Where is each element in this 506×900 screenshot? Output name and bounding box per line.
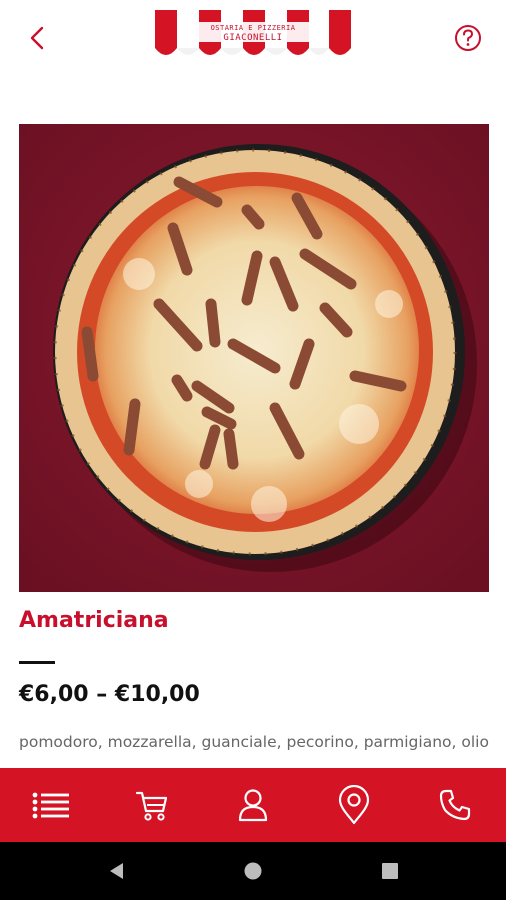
back-button[interactable] [22,22,54,54]
system-recents-button[interactable] [370,851,410,891]
ingredients-list: pomodoro, mozzarella, guanciale, pecorin… [19,733,489,751]
nav-account[interactable] [223,775,283,835]
price-range: €6,00 – €10,00 [19,682,200,707]
system-back-button[interactable] [97,851,137,891]
logo-line-2: GIACONELLI [223,33,283,43]
location-pin-icon [339,785,370,825]
title-divider [19,661,55,664]
triangle-back-icon [109,863,123,879]
menu-list-icon [32,792,69,819]
nav-cart[interactable] [122,775,182,835]
help-circle-icon [455,25,481,51]
logo-line-1: OSTARIA E PIZZERIA [210,24,296,32]
chevron-left-icon [30,26,44,50]
user-icon [238,789,268,822]
system-nav-bar [0,842,506,900]
nav-location[interactable] [324,775,384,835]
cart-icon [135,791,167,821]
system-home-button[interactable] [233,851,273,891]
nav-menu[interactable] [21,775,81,835]
phone-icon [440,789,471,821]
circle-home-icon [244,862,262,880]
app-header: OSTARIA E PIZZERIA GIACONELLI [0,0,506,80]
product-title: Amatriciana [19,608,169,633]
restaurant-logo: OSTARIA E PIZZERIA GIACONELLI [155,10,351,60]
square-recents-icon [381,863,398,879]
help-button[interactable] [452,22,484,54]
bottom-nav [0,768,506,842]
pizza-illustration [19,124,489,592]
nav-phone[interactable] [425,775,485,835]
product-photo [19,124,489,592]
